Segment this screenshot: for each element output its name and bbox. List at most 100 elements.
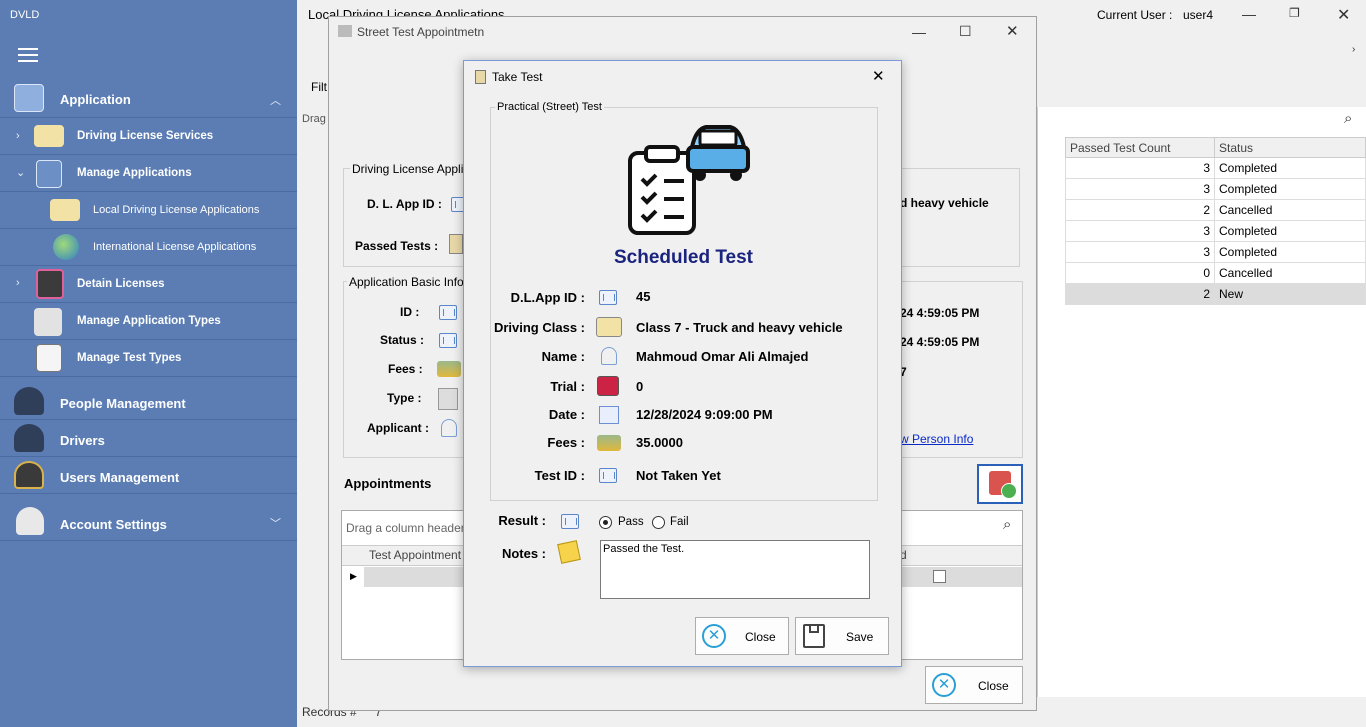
chevron-up-icon[interactable]: ︿: [270, 92, 281, 108]
users-icon: [14, 461, 44, 489]
account-settings-icon: [16, 507, 44, 535]
dl-group-title: Driving License Applicat: [350, 162, 482, 176]
street-maximize-button[interactable]: ☐: [959, 23, 972, 40]
grid-cell-status[interactable]: Cancelled: [1214, 200, 1366, 221]
chevron-right-icon[interactable]: ›: [16, 130, 20, 142]
license-card-icon: [596, 317, 622, 337]
grid-cell-status[interactable]: Completed: [1214, 242, 1366, 263]
sidebar-item-users-management[interactable]: Users Management: [0, 458, 297, 494]
sidebar-item-international-license-applications[interactable]: International License Applications: [0, 230, 297, 266]
plus-circle-icon: [1001, 483, 1017, 499]
column-header-status[interactable]: Status: [1214, 137, 1366, 158]
name-label: Name :: [541, 349, 585, 364]
sidebar-item-detain-licenses[interactable]: › Detain Licenses: [0, 267, 297, 303]
filter-label: Filt: [311, 80, 327, 94]
street-minimize-button[interactable]: —: [912, 24, 926, 40]
sidebar-item-driving-license-services[interactable]: › Driving License Services: [0, 119, 297, 155]
grid-cell-passed-test-count[interactable]: 2: [1065, 284, 1215, 305]
sidebar-item-people-management[interactable]: People Management: [0, 384, 297, 420]
dl-app-id-label: D.L.App ID :: [510, 290, 585, 305]
test-id-label: Test ID :: [534, 468, 585, 483]
sidebar-item-manage-test-types[interactable]: Manage Test Types: [0, 341, 297, 377]
clipboard-icon: [449, 234, 463, 254]
pass-radio[interactable]: [599, 516, 612, 529]
globe-icon: [53, 234, 79, 260]
restore-button[interactable]: ❐: [1289, 6, 1300, 20]
id-icon: [599, 290, 617, 305]
calendar-icon: [599, 406, 619, 424]
people-icon: [14, 387, 44, 415]
is-locked-checkbox[interactable]: [933, 570, 946, 583]
pass-label[interactable]: Pass: [618, 516, 644, 528]
take-dialog-title: Take Test: [492, 70, 543, 84]
column-header-passed-test-count[interactable]: Passed Test Count: [1065, 137, 1215, 158]
grid-cell-status[interactable]: Completed: [1214, 221, 1366, 242]
grid-cell-passed-test-count[interactable]: 2: [1065, 200, 1215, 221]
take-test-dialog: Take Test ✕ Practical (Street) Test Sche…: [463, 60, 902, 667]
sidebar-item-manage-application-types[interactable]: Manage Application Types: [0, 304, 297, 340]
add-appointment-button[interactable]: [977, 464, 1023, 504]
person-icon: [601, 347, 617, 365]
toolbar-expand-icon[interactable]: ›: [1352, 44, 1355, 55]
grid-cell-passed-test-count[interactable]: 3: [1065, 221, 1215, 242]
sidebar: DVLD Application ︿ › Driving License Ser…: [0, 0, 297, 727]
trial-icon: [597, 376, 619, 396]
grid-cell-status[interactable]: Completed: [1214, 158, 1366, 179]
close-circle-icon: ✕: [702, 624, 726, 648]
chevron-down-icon[interactable]: ﹀: [270, 515, 281, 531]
app-title: DVLD: [10, 9, 40, 21]
main-close-button[interactable]: ✕: [1337, 5, 1350, 25]
documents-icon: [438, 388, 458, 410]
status-label: Status :: [380, 333, 425, 347]
dl-app-id-value: 45: [636, 289, 651, 304]
notes-textarea[interactable]: Passed the Test.: [600, 540, 870, 599]
documents-icon: [34, 308, 62, 336]
class-partial: d heavy vehicle: [900, 196, 989, 210]
current-user-label: Current User :: [1097, 8, 1173, 22]
fail-radio[interactable]: [652, 516, 665, 529]
column-header-test-appointment-id[interactable]: Test Appointment I: [369, 548, 468, 562]
street-close-x-button[interactable]: ✕: [1006, 22, 1019, 40]
applicant-label: Applicant :: [367, 421, 429, 435]
take-close-x-button[interactable]: ✕: [872, 67, 885, 85]
name-value: Mahmoud Omar Ali Almajed: [636, 349, 809, 364]
sidebar-item-drivers[interactable]: Drivers: [0, 421, 297, 457]
row-indicator-icon: ▶: [350, 571, 357, 581]
sidebar-item-application[interactable]: Application ︿: [0, 80, 297, 118]
hamburger-menu-icon[interactable]: [18, 48, 38, 62]
take-close-button[interactable]: ✕ Close: [695, 617, 789, 655]
chevron-right-icon[interactable]: ›: [16, 277, 20, 289]
minimize-button[interactable]: —: [1242, 6, 1256, 22]
clipboard-icon: [475, 70, 486, 84]
grid-cell-status[interactable]: Completed: [1214, 179, 1366, 200]
sidebar-item-account-settings[interactable]: Account Settings ﹀: [0, 503, 297, 541]
sidebar-item-local-driving-license-applications[interactable]: Local Driving License Applications: [0, 193, 297, 229]
street-close-button[interactable]: ✕ Close: [925, 666, 1023, 704]
grid-cell-passed-test-count[interactable]: 3: [1065, 242, 1215, 263]
appointments-drag-header: Drag a column header he: [346, 521, 482, 535]
street-dialog-title: Street Test Appointmetn: [357, 25, 485, 39]
clipboard-car-icon: [628, 125, 750, 235]
driving-class-label: Driving Class :: [493, 320, 585, 335]
sidebar-item-manage-applications[interactable]: ⌄ Manage Applications: [0, 156, 297, 192]
result-icon: [561, 514, 579, 529]
grid-cell-status[interactable]: New: [1214, 284, 1366, 305]
drag-label: Drag: [302, 113, 326, 125]
grid-search-icon[interactable]: ⌕: [1344, 110, 1352, 127]
person-icon: [441, 419, 457, 437]
view-person-info-link[interactable]: w Person Info: [900, 432, 973, 446]
grid-cell-passed-test-count[interactable]: 3: [1065, 158, 1215, 179]
grid-cell-passed-test-count[interactable]: 3: [1065, 179, 1215, 200]
grid-cell-status[interactable]: Cancelled: [1214, 263, 1366, 284]
chevron-down-icon[interactable]: ⌄: [16, 166, 25, 179]
fees-value: 35.0000: [636, 435, 683, 450]
status-icon: [439, 333, 457, 348]
driving-class-value: Class 7 - Truck and heavy vehicle: [636, 320, 843, 335]
grid-cell-passed-test-count[interactable]: 0: [1065, 263, 1215, 284]
fees-label: Fees :: [388, 362, 423, 376]
save-button[interactable]: Save: [795, 617, 889, 655]
date-created: 24 4:59:05 PM: [900, 306, 980, 320]
fail-label[interactable]: Fail: [670, 516, 689, 528]
appointments-search-icon[interactable]: ⌕: [1003, 516, 1011, 533]
id-icon: [599, 468, 617, 483]
